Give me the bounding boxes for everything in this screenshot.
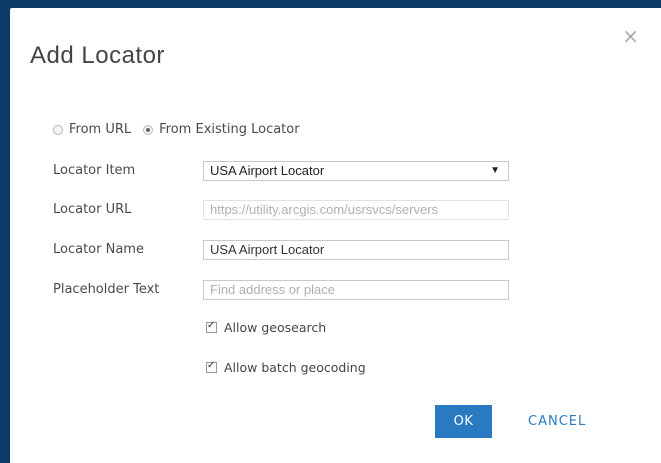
radio-from-existing-locator[interactable]: From Existing Locator (143, 122, 300, 137)
checkbox-checked-icon (206, 360, 217, 373)
locator-name-input[interactable]: USA Airport Locator (203, 240, 509, 260)
locator-item-select[interactable]: USA Airport Locator ▼ (203, 161, 509, 181)
radio-from-url-label: From URL (69, 122, 132, 137)
radio-from-existing-label: From Existing Locator (159, 122, 300, 137)
source-radio-group: From URL From Existing Locator (53, 122, 312, 137)
locator-name-label: Locator Name (53, 242, 144, 257)
allow-batch-geocoding-label: Allow batch geocoding (224, 360, 366, 375)
dialog-title: Add Locator (30, 42, 165, 69)
ok-button[interactable]: OK (435, 405, 492, 438)
allow-geosearch-label: Allow geosearch (224, 320, 327, 335)
locator-url-label: Locator URL (53, 202, 132, 217)
dropdown-arrow-icon: ▼ (490, 165, 500, 176)
locator-item-label: Locator Item (53, 163, 136, 178)
checkbox-checked-icon (206, 320, 217, 333)
radio-from-url[interactable]: From URL (53, 122, 131, 137)
locator-url-field[interactable]: https://utility.arcgis.com/usrsvcs/serve… (203, 200, 509, 220)
placeholder-text-label: Placeholder Text (53, 282, 160, 297)
allow-batch-geocoding-checkbox[interactable]: Allow batch geocoding (206, 360, 366, 375)
allow-geosearch-checkbox[interactable]: Allow geosearch (206, 320, 326, 335)
radio-off-icon (53, 124, 63, 135)
add-locator-dialog: Add Locator × From URL From Existing Loc… (10, 8, 661, 463)
cancel-button[interactable]: CANCEL (528, 405, 586, 438)
locator-item-value: USA Airport Locator (210, 163, 325, 178)
close-icon[interactable]: × (622, 26, 639, 46)
placeholder-text-input[interactable]: Find address or place (203, 280, 509, 300)
radio-on-icon (143, 124, 154, 135)
